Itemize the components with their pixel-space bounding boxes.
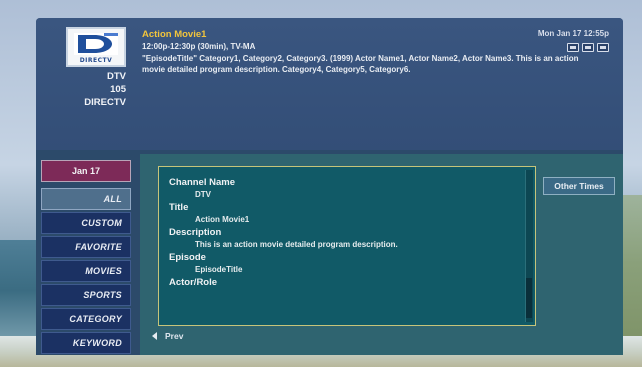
category-keyword[interactable]: KEYWORD <box>41 332 131 354</box>
detail-label-episode: Episode <box>169 252 206 263</box>
program-description: "EpisodeTitle" Category1, Category2, Cat… <box>142 54 579 74</box>
channel-number: 105 <box>110 84 126 95</box>
hd-badge-icon <box>597 43 609 52</box>
program-badges <box>567 43 609 52</box>
category-movies[interactable]: MOVIES <box>41 260 131 282</box>
date-button[interactable]: Jan 17 <box>41 160 131 182</box>
clock: Mon Jan 17 12:55p <box>537 29 609 38</box>
details-list: Channel Name DTV Title Action Movie1 Des… <box>169 177 519 289</box>
detail-value-channel-name: DTV <box>195 190 211 199</box>
program-details-box[interactable]: Channel Name DTV Title Action Movie1 Des… <box>158 166 536 326</box>
detail-value-description: This is an action movie detailed program… <box>195 240 398 249</box>
arrow-left-icon <box>152 332 157 340</box>
prev-label: Prev <box>165 331 184 341</box>
detail-label-channel-name: Channel Name <box>169 177 235 188</box>
channel-logo: DIRECTV <box>66 27 126 67</box>
category-sports[interactable]: SPORTS <box>41 284 131 306</box>
channel-network: DIRECTV <box>84 97 126 108</box>
detail-value-episode: EpisodeTitle <box>195 265 243 274</box>
category-all[interactable]: ALL <box>41 188 131 210</box>
detail-label-title: Title <box>169 202 189 213</box>
stereo-badge-icon <box>582 43 594 52</box>
category-favorite[interactable]: FAVORITE <box>41 236 131 258</box>
category-category[interactable]: CATEGORY <box>41 308 131 330</box>
channel-name: DTV <box>107 71 126 82</box>
program-time: 12:00p-12:30p (30min), TV-MA <box>142 42 256 51</box>
category-list: ALL CUSTOM FAVORITE MOVIES SPORTS CATEGO… <box>41 188 131 356</box>
cc-badge-icon <box>567 43 579 52</box>
details-scroll-thumb[interactable] <box>526 278 532 318</box>
detail-label-actor-role: Actor/Role <box>169 277 218 288</box>
other-times-button[interactable]: Other Times <box>543 177 615 195</box>
logo-text: DIRECTV <box>79 57 113 64</box>
detail-value-title: Action Movie1 <box>195 215 250 224</box>
program-title: Action Movie1 <box>142 29 207 40</box>
category-custom[interactable]: CUSTOM <box>41 212 131 234</box>
detail-label-description: Description <box>169 227 222 238</box>
prev-button[interactable]: Prev <box>152 331 183 341</box>
